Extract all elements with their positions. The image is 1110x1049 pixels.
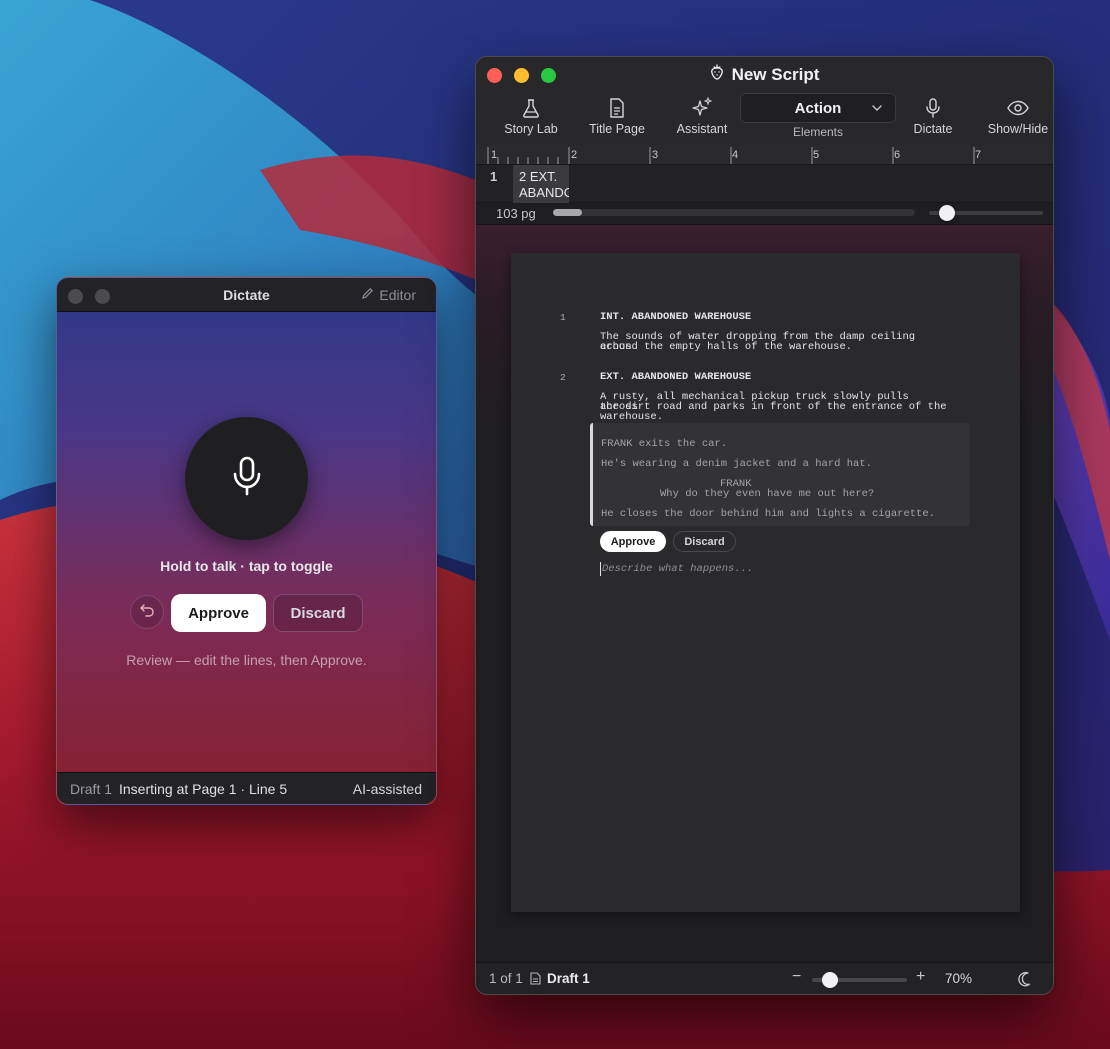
editor-button[interactable]: Editor xyxy=(361,287,416,303)
chevron-down-icon xyxy=(871,101,883,118)
undo-button[interactable] xyxy=(130,595,164,629)
hold-to-talk-hint: Hold to talk · tap to toggle xyxy=(160,558,333,574)
draft-label: Draft 1 xyxy=(70,781,113,797)
window-title-text: New Script xyxy=(731,64,820,84)
pending-action-line: He's wearing a denim jacket and a hard h… xyxy=(601,458,872,470)
zoom-in-button[interactable]: + xyxy=(916,968,925,986)
dictate-discard-button[interactable]: Discard xyxy=(273,594,363,632)
ruler-label: 6 xyxy=(894,149,901,161)
dictate-mic-button[interactable] xyxy=(185,417,308,540)
assistant-label: Assistant xyxy=(676,122,728,136)
sparkles-icon xyxy=(669,97,735,119)
flask-icon xyxy=(498,97,564,119)
strawberry-icon xyxy=(710,64,724,85)
ruler-label: 5 xyxy=(813,149,820,161)
dictate-toolbar-button[interactable]: Dictate xyxy=(906,97,960,136)
strip-zoom-slider[interactable] xyxy=(929,205,1043,221)
pending-action-line: FRANK exits the car. xyxy=(601,438,728,450)
describe-input[interactable] xyxy=(600,562,900,576)
scene-heading: EXT. ABANDONED WAREHOUSE xyxy=(600,371,752,383)
scene-strip-number[interactable]: 1 xyxy=(490,169,497,184)
mic-icon xyxy=(231,456,263,501)
ruler-label: 3 xyxy=(652,149,659,161)
dictate-approve-button[interactable]: Approve xyxy=(171,594,266,632)
script-page[interactable]: 1 INT. ABANDONED WAREHOUSE The sounds of… xyxy=(511,253,1020,912)
element-type-value: Action xyxy=(794,99,842,117)
pending-action-line: He closes the door behind him and lights… xyxy=(601,508,935,520)
scene-number: 1 xyxy=(560,312,566,323)
scene-heading: INT. ABANDONED WAREHOUSE xyxy=(600,311,752,323)
ruler-label: 7 xyxy=(975,149,982,161)
ruler-label: 2 xyxy=(571,149,578,161)
scene-chip-line: 2 EXT. xyxy=(519,169,558,184)
dictate-label: Dictate xyxy=(913,122,953,136)
elements-label: Elements xyxy=(792,125,844,139)
inline-approve-button[interactable]: Approve xyxy=(600,531,666,552)
review-instructions: Review — edit the lines, then Approve. xyxy=(126,652,367,668)
zoom-slider[interactable] xyxy=(812,972,907,988)
zoom-level: 70% xyxy=(945,971,973,986)
editor-label: Editor xyxy=(379,287,416,303)
ruler-label: 1 xyxy=(491,149,498,161)
scene-chip-line: ABANDONED xyxy=(519,185,569,200)
draft-document-icon xyxy=(530,972,541,988)
script-canvas: 1 INT. ABANDONED WAREHOUSE The sounds of… xyxy=(476,225,1053,962)
story-lab-label: Story Lab xyxy=(504,122,558,136)
page-strip: 103 pg xyxy=(476,203,1053,225)
inline-discard-button[interactable]: Discard xyxy=(673,531,736,552)
title-page-button[interactable]: Title Page xyxy=(582,97,652,136)
page-progress-fill xyxy=(553,209,582,216)
action-line: around the empty halls of the warehouse. xyxy=(600,341,853,353)
strip-zoom-slider-knob[interactable] xyxy=(939,205,956,221)
title-page-label: Title Page xyxy=(589,122,645,136)
action-line: warehouse. xyxy=(600,411,664,423)
element-type-dropdown[interactable]: Action xyxy=(740,93,896,123)
show-hide-button[interactable]: Show/Hide xyxy=(984,97,1052,136)
ruler: 1 2 3 4 5 6 7 xyxy=(476,145,1053,165)
eye-icon xyxy=(984,97,1052,119)
moon-icon[interactable] xyxy=(1017,971,1033,990)
pencil-icon xyxy=(361,287,374,303)
scene-chip[interactable]: 2 EXT. ABANDONED xyxy=(513,165,569,203)
draft-selector[interactable]: Draft 1 xyxy=(547,971,590,986)
window-title: New Script xyxy=(476,64,1053,85)
dictate-titlebar: Dictate Editor xyxy=(57,278,436,312)
assistant-button[interactable]: Assistant xyxy=(669,97,735,136)
scene-navigator: 1 2 EXT. ABANDONED xyxy=(476,165,1053,203)
document-icon xyxy=(582,97,652,119)
page-progress-bar xyxy=(553,209,915,216)
story-lab-button[interactable]: Story Lab xyxy=(498,97,564,136)
scene-number: 2 xyxy=(560,372,566,383)
ruler-ticks xyxy=(487,147,975,164)
dictate-statusbar: Draft 1 Inserting at Page 1 · Line 5 AI-… xyxy=(57,772,436,804)
ai-assisted-badge: AI-assisted xyxy=(352,781,422,797)
statusbar: 1 of 1 Draft 1 − + 70% xyxy=(476,962,1053,994)
zoom-out-button[interactable]: − xyxy=(792,968,801,986)
insert-position: Inserting at Page 1 · Line 5 xyxy=(119,781,288,797)
mic-icon xyxy=(906,97,960,119)
pending-dialogue: Why do they even have me out here? xyxy=(660,488,875,500)
script-window: New Script Story Lab Title Page Assistan… xyxy=(475,56,1054,995)
page-indicator: 1 of 1 xyxy=(489,971,523,986)
toolbar: New Script Story Lab Title Page Assistan… xyxy=(476,57,1053,145)
ruler-label: 4 xyxy=(732,149,739,161)
zoom-slider-knob[interactable] xyxy=(822,972,839,988)
undo-icon xyxy=(139,602,155,623)
page-count: 103 pg xyxy=(496,206,536,221)
dictate-window: Dictate Editor Hold to talk · tap to tog… xyxy=(56,277,437,805)
pending-insertion-block[interactable]: FRANK exits the car. He's wearing a deni… xyxy=(590,423,970,526)
show-hide-label: Show/Hide xyxy=(987,122,1049,136)
